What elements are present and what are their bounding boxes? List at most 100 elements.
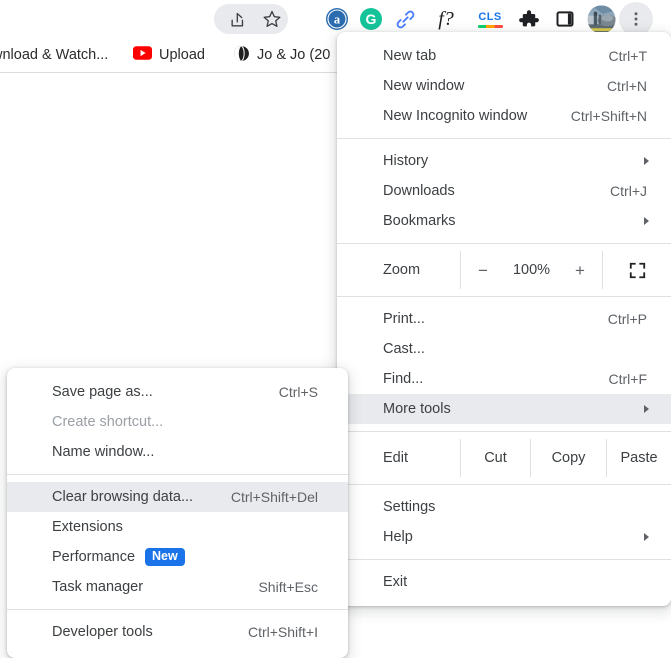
link-extension-icon[interactable] [389, 3, 421, 35]
menu-separator [337, 296, 671, 297]
menu-item-new-window[interactable]: New window Ctrl+N [337, 71, 671, 101]
svg-text:G: G [366, 11, 377, 27]
menu-separator [337, 138, 671, 139]
bookmark-item-upload[interactable]: Upload [133, 38, 205, 72]
youtube-icon [133, 46, 152, 64]
amazon-extension-icon[interactable]: a [321, 3, 353, 35]
chevron-right-icon [644, 533, 649, 541]
menu-separator [337, 484, 671, 485]
menu-item-label: History [383, 153, 429, 169]
globe-icon [233, 45, 250, 66]
chevron-right-icon [644, 157, 649, 165]
cls-icon-label: CLS [478, 10, 502, 23]
zoom-controls: − 100% + [460, 251, 603, 289]
menu-item-shortcut: Ctrl+J [610, 183, 647, 199]
menu-item-label: Bookmarks [383, 213, 456, 229]
zoom-out-button[interactable]: − [469, 262, 497, 279]
fullscreen-button[interactable] [603, 251, 671, 289]
profile-avatar[interactable] [585, 3, 617, 35]
zoom-label: Zoom [383, 262, 421, 278]
chevron-right-icon [644, 405, 649, 413]
submenu-item-label: Extensions [52, 519, 123, 535]
chevron-right-icon [644, 217, 649, 225]
cls-score-bar [477, 24, 503, 28]
submenu-separator [7, 474, 348, 475]
menu-row-edit: Edit Cut Copy Paste [337, 439, 671, 477]
menu-item-downloads[interactable]: Downloads Ctrl+J [337, 176, 671, 206]
paste-button[interactable]: Paste [606, 439, 671, 477]
bookmark-label: Upload [159, 47, 205, 63]
submenu-item-create-shortcut: Create shortcut... [7, 407, 348, 437]
bookmark-label: wnload & Watch... [0, 47, 109, 63]
submenu-item-label: Clear browsing data... [52, 489, 194, 505]
menu-item-cast[interactable]: Cast... [337, 334, 671, 364]
menu-item-label: Settings [383, 499, 436, 515]
submenu-item-shortcut: Ctrl+Shift+Del [230, 489, 318, 505]
menu-item-shortcut: Ctrl+P [607, 311, 647, 327]
submenu-item-label: Performance [52, 549, 136, 565]
menu-item-help[interactable]: Help [337, 522, 671, 552]
submenu-item-save-page-as[interactable]: Save page as... Ctrl+S [7, 377, 348, 407]
submenu-item-label: Name window... [52, 444, 155, 460]
menu-item-label: New Incognito window [383, 108, 528, 124]
menu-item-shortcut: Ctrl+Shift+N [570, 108, 647, 124]
menu-item-bookmarks[interactable]: Bookmarks [337, 206, 671, 236]
submenu-item-shortcut: Ctrl+Shift+I [247, 624, 318, 640]
bookmark-label: Jo & Jo (20 [257, 47, 331, 63]
submenu-separator [7, 609, 348, 610]
cut-button[interactable]: Cut [460, 439, 530, 477]
chrome-menu-icon[interactable] [619, 2, 653, 36]
menu-separator [337, 431, 671, 432]
submenu-item-label: Task manager [52, 579, 144, 595]
menu-item-new-tab[interactable]: New tab Ctrl+T [337, 41, 671, 71]
submenu-item-developer-tools[interactable]: Developer tools Ctrl+Shift+I [7, 617, 348, 647]
submenu-item-label: Save page as... [52, 384, 153, 400]
menu-item-label: Find... [383, 371, 424, 387]
function-extension-icon[interactable]: f? [430, 3, 462, 35]
menu-item-shortcut: Ctrl+N [606, 78, 647, 94]
menu-item-new-incognito-window[interactable]: New Incognito window Ctrl+Shift+N [337, 101, 671, 131]
menu-item-label: Help [383, 529, 413, 545]
menu-item-label: Downloads [383, 183, 455, 199]
menu-item-label: Exit [383, 574, 408, 590]
svg-text:a: a [334, 13, 341, 27]
submenu-item-shortcut: Ctrl+S [278, 384, 318, 400]
menu-item-shortcut: Ctrl+T [608, 48, 648, 64]
cls-extension-icon[interactable]: CLS [474, 3, 506, 35]
menu-item-label: New tab [383, 48, 437, 64]
menu-item-more-tools[interactable]: More tools [337, 394, 671, 424]
submenu-item-performance[interactable]: Performance New [7, 542, 348, 572]
menu-separator [337, 559, 671, 560]
submenu-item-task-manager[interactable]: Task manager Shift+Esc [7, 572, 348, 602]
share-icon[interactable] [222, 3, 254, 35]
chrome-main-menu: New tab Ctrl+T New window Ctrl+N New Inc… [337, 32, 671, 606]
menu-item-find[interactable]: Find... Ctrl+F [337, 364, 671, 394]
grammarly-extension-icon[interactable]: G [355, 3, 387, 35]
submenu-item-label: Create shortcut... [52, 414, 164, 430]
bookmark-item-jo-and-jo[interactable]: Jo & Jo (20 [233, 38, 330, 72]
extensions-puzzle-icon[interactable] [513, 3, 545, 35]
more-tools-submenu: Save page as... Ctrl+S Create shortcut..… [7, 368, 348, 658]
menu-item-history[interactable]: History [337, 146, 671, 176]
edit-label: Edit [383, 450, 408, 466]
copy-button[interactable]: Copy [530, 439, 606, 477]
new-badge: New [145, 548, 185, 566]
submenu-item-label: Developer tools [52, 624, 153, 640]
side-panel-icon[interactable] [549, 3, 581, 35]
menu-item-settings[interactable]: Settings [337, 492, 671, 522]
menu-item-label: Print... [383, 311, 425, 327]
menu-item-label: New window [383, 78, 465, 94]
menu-item-exit[interactable]: Exit [337, 567, 671, 597]
submenu-item-extensions[interactable]: Extensions [7, 512, 348, 542]
menu-item-print[interactable]: Print... Ctrl+P [337, 304, 671, 334]
menu-row-zoom: Zoom − 100% + [337, 251, 671, 289]
menu-separator [337, 243, 671, 244]
zoom-in-button[interactable]: + [566, 262, 594, 279]
submenu-item-clear-browsing-data[interactable]: Clear browsing data... Ctrl+Shift+Del [7, 482, 348, 512]
bookmark-item-download-watch[interactable]: wnload & Watch... [0, 38, 108, 72]
bookmark-star-icon[interactable] [256, 3, 288, 35]
zoom-level-value: 100% [512, 262, 551, 278]
submenu-item-name-window[interactable]: Name window... [7, 437, 348, 467]
function-icon-label: f? [438, 7, 454, 30]
menu-item-shortcut: Ctrl+F [608, 371, 648, 387]
